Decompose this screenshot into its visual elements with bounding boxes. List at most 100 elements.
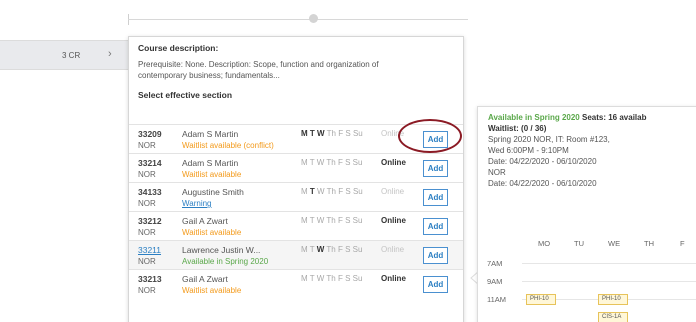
- day-letter: Su: [352, 158, 363, 167]
- section-row[interactable]: 33214 NOR Adam S Martin Waitlist available M…: [129, 153, 463, 182]
- section-days: M T W Th F S Su: [301, 245, 362, 254]
- section-number: 33209: [138, 129, 162, 139]
- calendar-time: 9AM: [487, 277, 503, 286]
- day-letter: M: [301, 245, 308, 254]
- meeting-location: Spring 2020 NOR, IT: Room #123,: [488, 135, 610, 144]
- day-letter: S: [345, 274, 351, 283]
- range-slider[interactable]: [0, 0, 696, 36]
- section-mode: Online: [381, 274, 406, 283]
- day-letter: Su: [352, 274, 363, 283]
- section-mode: Online: [381, 216, 406, 225]
- section-location: NOR: [138, 199, 156, 208]
- section-instructor: Adam S Martin: [182, 129, 239, 139]
- slider-handle[interactable]: [309, 14, 318, 23]
- section-number: 33214: [138, 158, 162, 168]
- calendar-time: 7AM: [487, 259, 503, 268]
- day-letter: Th: [326, 274, 336, 283]
- day-letter: S: [345, 158, 351, 167]
- course-description-text: Prerequisite: None. Description: Scope, …: [138, 60, 379, 80]
- day-letter: Su: [352, 216, 363, 225]
- section-days: M T W Th F S Su: [301, 187, 363, 196]
- course-description-title: Course description:: [138, 43, 219, 53]
- section-row[interactable]: 33213 NOR Gail A Zwart Waitlist available M …: [129, 269, 463, 298]
- calendar-gridline: [522, 281, 696, 282]
- section-location: NOR: [138, 141, 156, 150]
- meeting-dates: Date: 04/22/2020 - 06/10/2020: [488, 157, 597, 166]
- day-letter: T: [309, 129, 315, 138]
- day-letter: S: [345, 187, 351, 196]
- day-letter: T: [309, 216, 315, 225]
- day-letter: F: [338, 129, 344, 138]
- day-letter: T: [309, 158, 315, 167]
- section-status: Waitlist available: [182, 286, 242, 295]
- section-detail-panel: Available in Spring 2020 Seats: 16 avail…: [477, 106, 696, 322]
- calendar-day: TU: [574, 239, 584, 248]
- section-instructor: Lawrence Justin W...: [182, 245, 261, 255]
- add-section-button[interactable]: Add: [423, 160, 448, 177]
- section-mode: Online: [381, 187, 405, 196]
- day-letter: Th: [326, 129, 337, 138]
- day-letter: W: [317, 187, 325, 196]
- waitlist-count: Waitlist: (0 / 36): [488, 124, 547, 133]
- section-location: NOR: [138, 257, 156, 266]
- add-section-button[interactable]: Add: [423, 189, 448, 206]
- availability-status: Available in Spring 2020: [488, 113, 580, 122]
- section-number: 33213: [138, 274, 162, 284]
- section-days: M T W Th F S Su: [301, 129, 363, 138]
- weekly-calendar: MO TU WE TH F 7AM 9AM 11AM PHI-10 PHI-10…: [478, 233, 696, 322]
- section-number: 33212: [138, 216, 162, 226]
- meeting-time: Wed 6:00PM - 9:10PM: [488, 146, 569, 155]
- section-instructor: Augustine Smith: [182, 187, 244, 197]
- calendar-class-block[interactable]: CIS-1A: [598, 312, 628, 322]
- course-row[interactable]: 3 CR ›: [0, 40, 128, 70]
- section-status: Available in Spring 2020: [182, 257, 269, 266]
- add-section-button[interactable]: Add: [423, 247, 448, 264]
- calendar-class-block[interactable]: PHI-10: [526, 294, 556, 305]
- day-letter: F: [337, 245, 343, 254]
- day-letter: Th: [326, 245, 336, 254]
- course-popover: Course description: Prerequisite: None. …: [128, 36, 464, 322]
- day-letter: Th: [326, 187, 337, 196]
- day-letter: S: [345, 216, 351, 225]
- section-row[interactable]: 33212 NOR Gail A Zwart Waitlist available M …: [129, 211, 463, 240]
- add-section-button[interactable]: Add: [423, 218, 448, 235]
- day-letter: S: [345, 129, 351, 138]
- day-letter: Su: [352, 129, 363, 138]
- day-letter: M: [301, 274, 308, 283]
- add-button-highlight: [398, 119, 462, 153]
- day-letter: W: [316, 245, 325, 254]
- day-letter: M: [301, 129, 308, 138]
- day-letter: Su: [352, 187, 363, 196]
- section-location: NOR: [138, 286, 156, 295]
- day-letter: F: [337, 274, 343, 283]
- chevron-right-icon[interactable]: ›: [108, 48, 112, 60]
- calendar-gridline: [522, 263, 696, 264]
- day-letter: M: [301, 158, 308, 167]
- calendar-class-block[interactable]: PHI-10: [598, 294, 628, 305]
- add-section-button[interactable]: Add: [423, 276, 448, 293]
- course-credits: 3 CR: [62, 51, 81, 60]
- day-letter: F: [337, 158, 343, 167]
- section-mode: Online: [381, 245, 405, 254]
- section-mode: Online: [381, 158, 406, 167]
- section-status: Waitlist available (conflict): [182, 141, 274, 150]
- calendar-day: F: [680, 239, 685, 248]
- day-letter: W: [316, 274, 325, 283]
- day-letter: F: [338, 187, 344, 196]
- section-row[interactable]: 34133 NOR Augustine Smith Warning M T W Th F…: [129, 182, 463, 211]
- section-number: 34133: [138, 187, 162, 197]
- section-days: M T W Th F S Su: [301, 216, 362, 225]
- section-days: M T W Th F S Su: [301, 158, 362, 167]
- section-status: Waitlist available: [182, 170, 242, 179]
- day-letter: T: [309, 187, 315, 196]
- section-row[interactable]: 33211 NOR Lawrence Justin W... Available in…: [129, 240, 463, 269]
- section-number[interactable]: 33211: [138, 245, 161, 255]
- section-days: M T W Th F S Su: [301, 274, 362, 283]
- section-status[interactable]: Warning: [182, 199, 212, 208]
- select-section-heading: Select effective section: [138, 90, 233, 100]
- slider-track: [128, 19, 468, 20]
- day-letter: F: [337, 216, 343, 225]
- campus-label: NOR: [488, 168, 506, 177]
- day-letter: W: [316, 216, 325, 225]
- section-location: NOR: [138, 170, 156, 179]
